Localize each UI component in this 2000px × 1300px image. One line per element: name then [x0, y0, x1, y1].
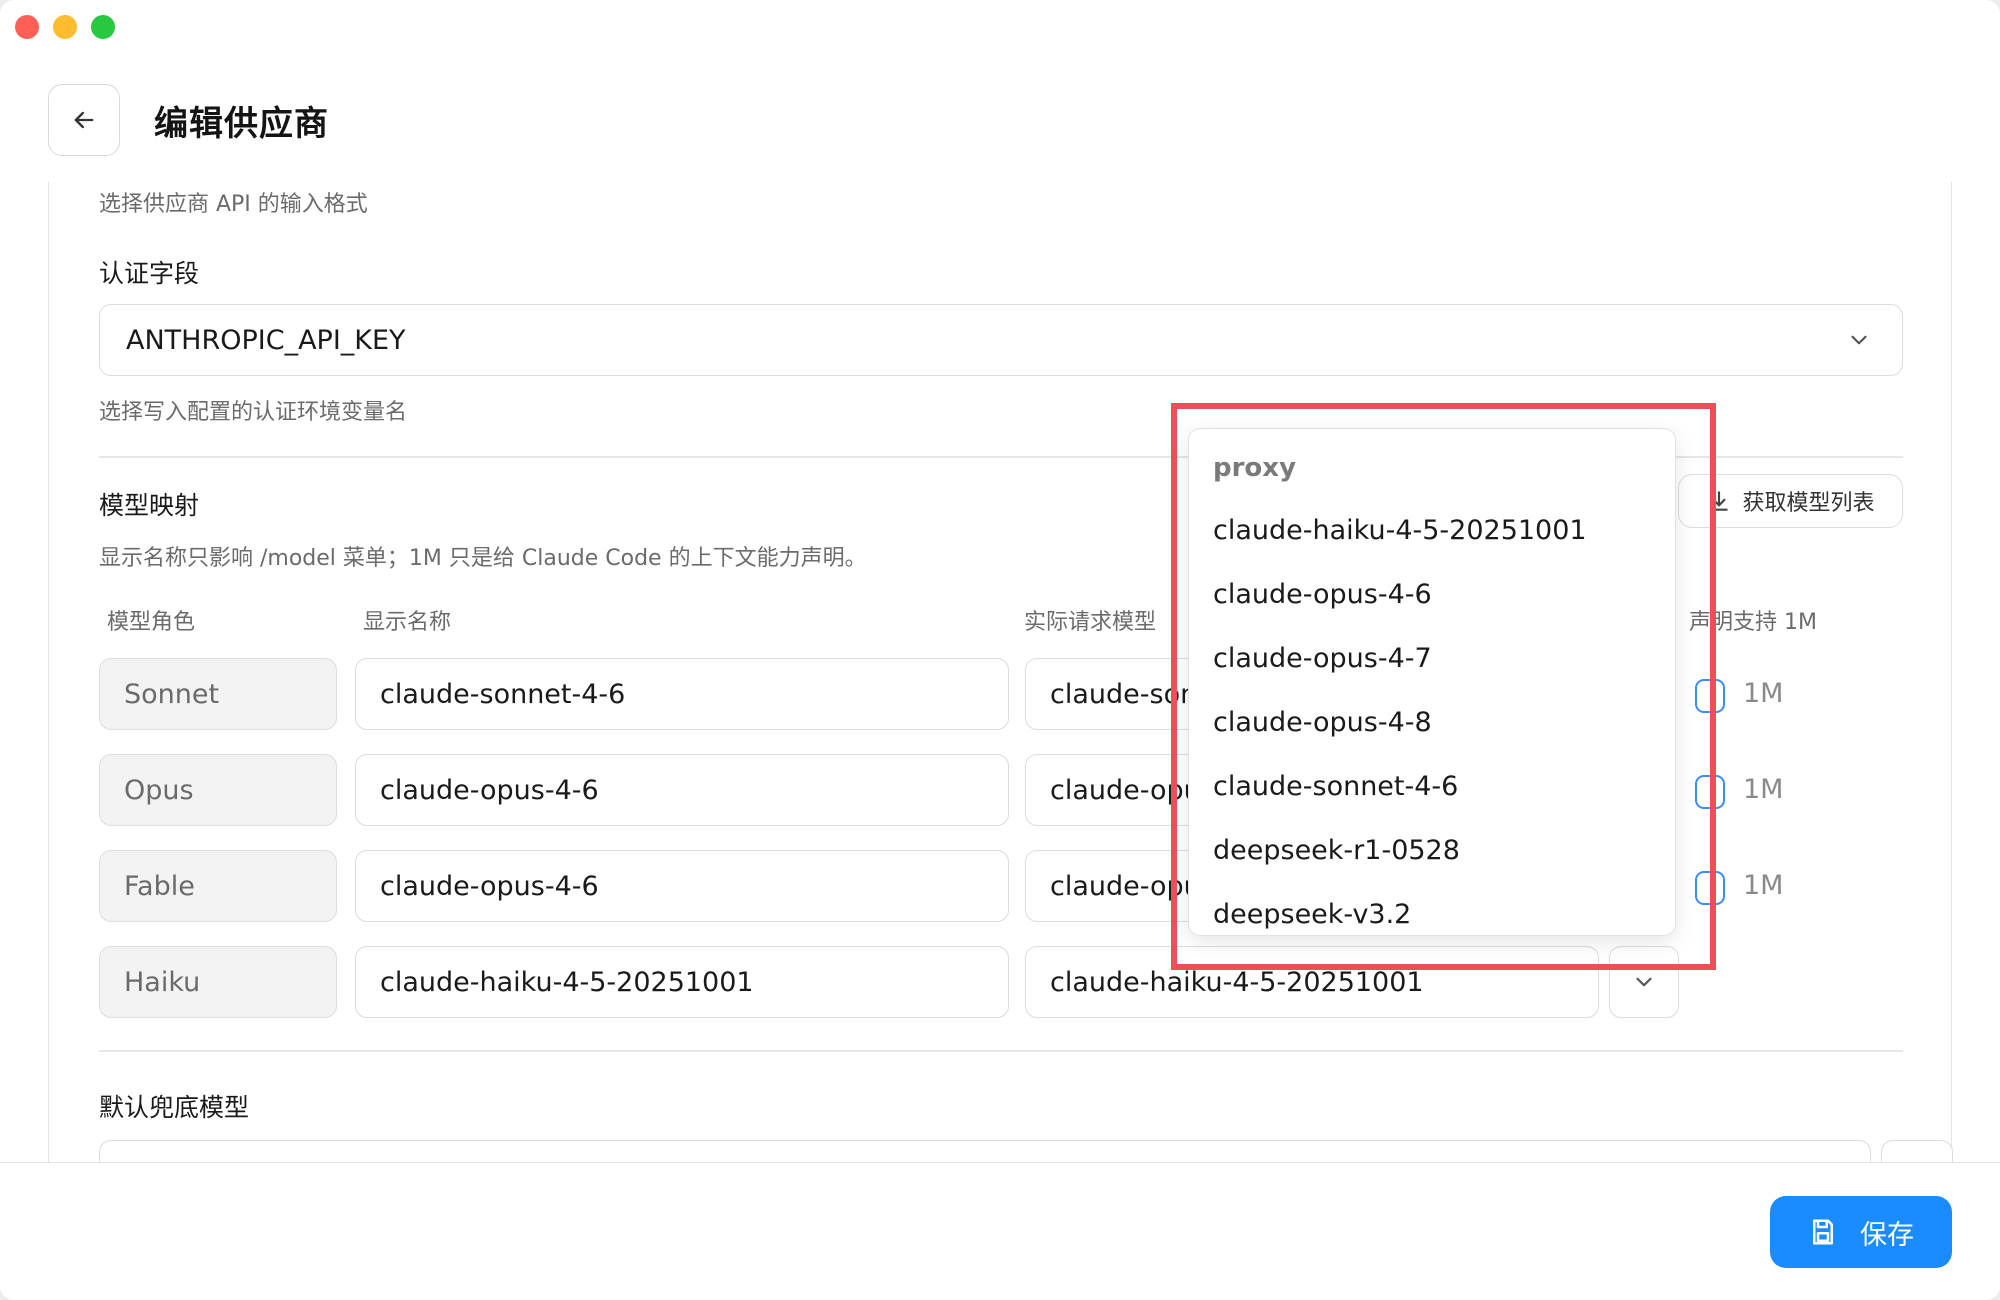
role-field-sonnet: Sonnet [99, 658, 337, 730]
auth-field-value: ANTHROPIC_API_KEY [126, 324, 406, 356]
model-mapping-title: 模型映射 [99, 491, 200, 520]
page-header: 编辑供应商 [48, 84, 329, 156]
save-button[interactable]: 保存 [1770, 1196, 1952, 1268]
section-divider [99, 1050, 1903, 1052]
display-name-input-fable[interactable]: claude-opus-4-6 [355, 850, 1009, 922]
auth-field-label: 认证字段 [99, 259, 200, 288]
back-button[interactable] [48, 84, 120, 156]
default-model-label: 默认兜底模型 [99, 1093, 250, 1122]
page-title: 编辑供应商 [154, 103, 329, 144]
column-display-name: 显示名称 [363, 610, 452, 635]
role-field-fable: Fable [99, 850, 337, 922]
window-controls [15, 15, 115, 39]
minimize-window-button[interactable] [53, 15, 77, 39]
display-name-input-opus[interactable]: claude-opus-4-6 [355, 754, 1009, 826]
role-field-haiku: Haiku [99, 946, 337, 1018]
display-name-input-sonnet[interactable]: claude-sonnet-4-6 [355, 658, 1009, 730]
api-format-hint: 选择供应商 API 的输入格式 [99, 192, 368, 217]
role-field-opus: Opus [99, 754, 337, 826]
chevron-down-icon [1636, 977, 1652, 987]
annotation-highlight-box [1171, 403, 1716, 970]
display-name-input-haiku[interactable]: claude-haiku-4-5-20251001 [355, 946, 1009, 1018]
arrow-left-icon [74, 111, 94, 129]
1m-checkbox-label-fable: 1M [1743, 870, 1784, 901]
app-window: 编辑供应商 选择供应商 API 的输入格式 认证字段 ANTHROPIC_API… [0, 0, 2000, 1300]
column-actual-model: 实际请求模型 [1024, 610, 1157, 635]
zoom-window-button[interactable] [91, 15, 115, 39]
1m-checkbox-label-sonnet: 1M [1743, 678, 1784, 709]
footer-bar [0, 1162, 2000, 1300]
fetch-models-label: 获取模型列表 [1742, 491, 1875, 516]
auth-field-select[interactable]: ANTHROPIC_API_KEY [99, 304, 1903, 376]
model-mapping-description: 显示名称只影响 /model 菜单；1M 只是给 Claude Code 的上下… [99, 546, 867, 571]
column-role: 模型角色 [107, 610, 196, 635]
save-label: 保存 [1860, 1219, 1914, 1251]
1m-checkbox-label-opus: 1M [1743, 774, 1784, 805]
save-icon [1813, 1219, 1833, 1245]
auth-field-hint: 选择写入配置的认证环境变量名 [99, 400, 408, 425]
chevron-down-icon [1851, 335, 1867, 345]
close-window-button[interactable] [15, 15, 39, 39]
